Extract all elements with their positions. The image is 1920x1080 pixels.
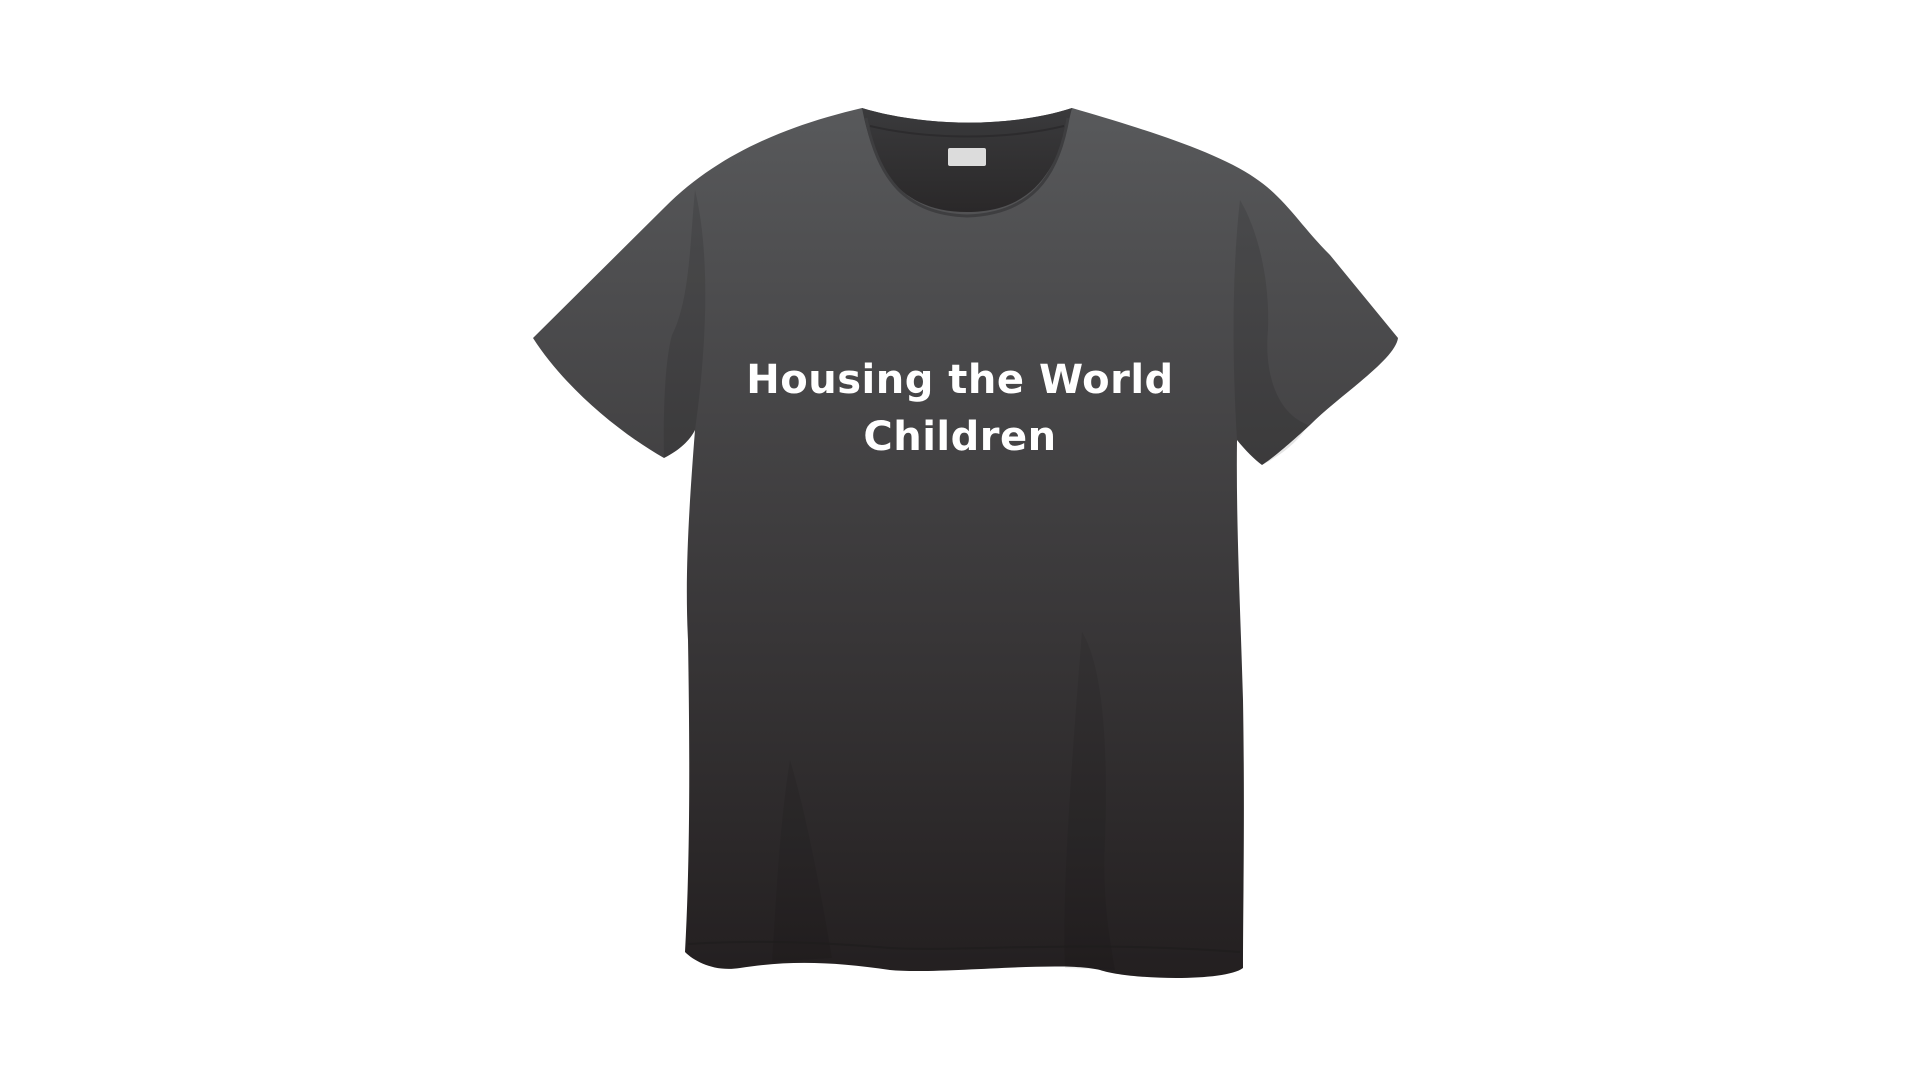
t-shirt-icon [533,108,1398,978]
shirt-print-line-2: Children [863,414,1057,460]
shirt-body [533,108,1398,978]
canvas: Housing the World Children [0,0,1920,1080]
neck-tag-icon [948,148,986,166]
shirt-print-line-1: Housing the World [746,357,1174,403]
